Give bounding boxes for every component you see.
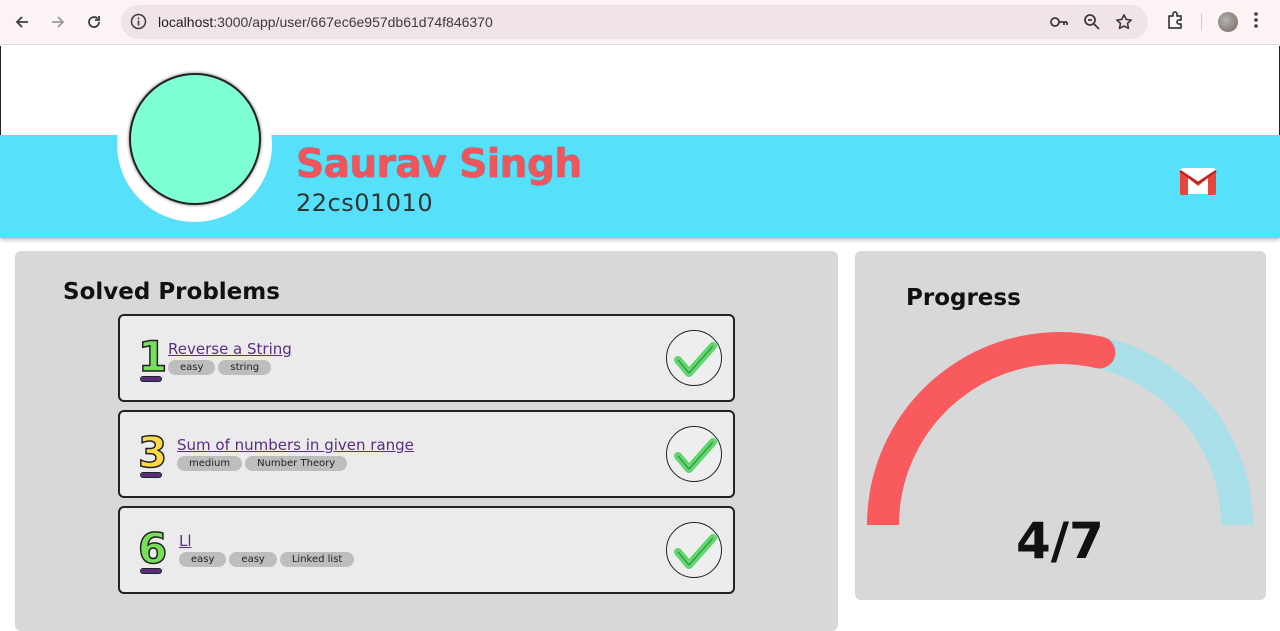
bookmark-star-icon[interactable]: [1115, 13, 1133, 36]
reload-icon[interactable]: [81, 9, 107, 35]
solved-check-icon: [666, 426, 722, 482]
url-host: localhost: [158, 14, 214, 30]
zoom-icon[interactable]: [1083, 13, 1101, 36]
problem-number: 1: [137, 332, 168, 381]
progress-value: 4/7: [1016, 512, 1104, 570]
problem-tags: easy string: [168, 360, 272, 375]
problem-title-link[interactable]: Sum of numbers in given range: [177, 436, 414, 454]
browser-toolbar: localhost:3000/app/user/667ec6e957db61d7…: [0, 0, 1280, 45]
password-key-icon[interactable]: [1049, 13, 1069, 36]
problem-card[interactable]: 3 Sum of numbers in given range medium N…: [118, 410, 735, 498]
number-underline: [140, 472, 162, 478]
solved-problems-panel: Solved Problems 1 Reverse a String easy …: [15, 251, 838, 631]
problem-tags: medium Number Theory: [177, 456, 348, 471]
profile-avatar[interactable]: [1218, 12, 1238, 32]
problem-number: 6: [137, 524, 168, 573]
solved-problems-title: Solved Problems: [63, 279, 280, 305]
gauge-fill-cap: [1083, 336, 1116, 369]
problem-tag: string: [218, 360, 272, 375]
user-name: Saurav Singh: [296, 142, 582, 187]
problem-title-link[interactable]: Reverse a String: [168, 340, 292, 358]
problem-card[interactable]: 1 Reverse a String easy string: [118, 314, 735, 402]
site-info-icon[interactable]: [130, 13, 147, 35]
back-icon[interactable]: [9, 9, 35, 35]
address-bar[interactable]: localhost:3000/app/user/667ec6e957db61d7…: [121, 5, 1148, 39]
user-roll-number: 22cs01010: [296, 189, 434, 217]
problem-number: 3: [137, 428, 168, 477]
forward-icon[interactable]: [45, 9, 71, 35]
toolbar-divider: [1201, 13, 1202, 31]
problem-tag: easy: [179, 552, 227, 567]
problem-tags: easy easy Linked list: [179, 552, 355, 567]
number-underline: [140, 376, 162, 382]
number-underline: [140, 568, 162, 574]
problem-card[interactable]: 6 Ll easy easy Linked list: [118, 506, 735, 594]
solved-check-icon: [666, 522, 722, 578]
menu-dots-icon[interactable]: [1248, 10, 1264, 35]
problem-tag: easy: [229, 552, 277, 567]
avatar-ring: [117, 67, 272, 222]
gauge-fill: [867, 332, 1103, 526]
gauge-track: [867, 332, 1253, 526]
solved-check-icon: [666, 330, 722, 386]
address-url: localhost:3000/app/user/667ec6e957db61d7…: [158, 14, 493, 30]
user-avatar: [129, 73, 261, 205]
profile-page: Saurav Singh 22cs01010 Solved Problems 1…: [0, 46, 1280, 631]
problem-tag: Number Theory: [245, 456, 348, 471]
gmail-icon[interactable]: [1179, 167, 1217, 200]
problem-title-link[interactable]: Ll: [179, 532, 192, 550]
problem-tag: medium: [177, 456, 243, 471]
problem-tag: easy: [168, 360, 216, 375]
problem-tag: Linked list: [279, 552, 355, 567]
extensions-icon[interactable]: [1165, 10, 1185, 35]
url-path: :3000/app/user/667ec6e957db61d74f846370: [213, 14, 493, 30]
